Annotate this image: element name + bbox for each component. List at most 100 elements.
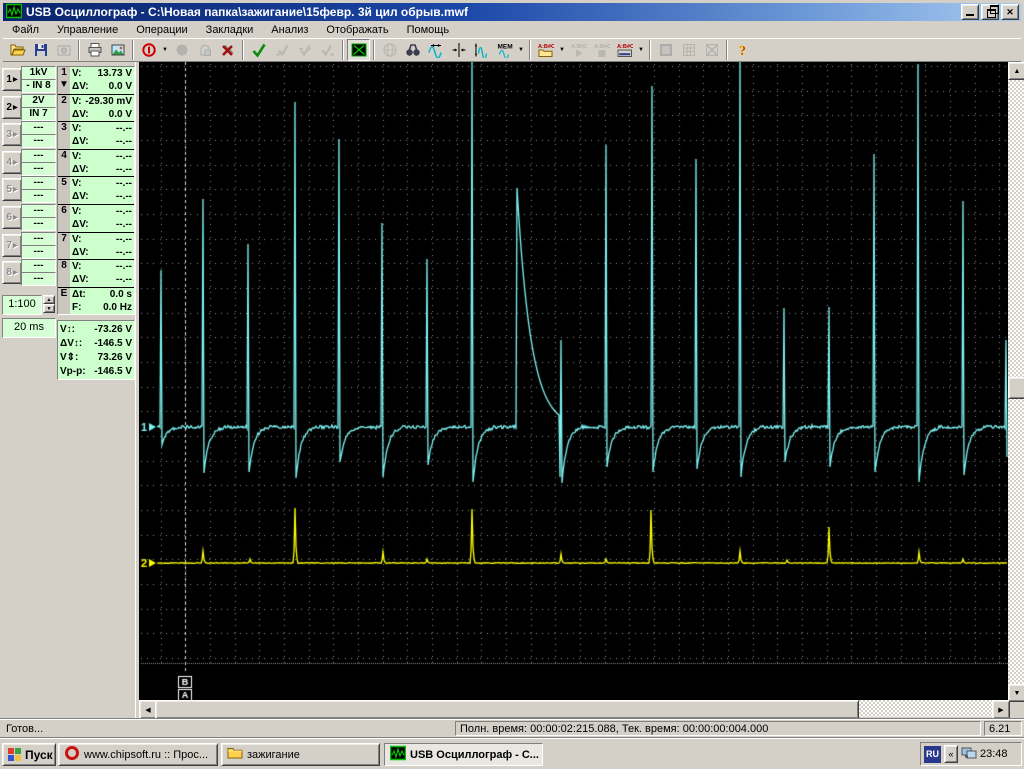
channel-7-button[interactable]: 7▶: [2, 234, 22, 257]
channel-5-button[interactable]: 5▶: [2, 178, 22, 201]
cursor-button[interactable]: [447, 39, 470, 61]
toolbar-separator: [342, 40, 344, 60]
menu-item-3[interactable]: Операции: [127, 23, 196, 38]
tray-collapse-button[interactable]: «: [944, 745, 958, 763]
channel-7-range[interactable]: ---: [21, 232, 56, 246]
channel-number: 2: [58, 95, 70, 122]
open-button[interactable]: [6, 39, 29, 61]
menu-item-5[interactable]: Анализ: [262, 23, 317, 38]
export-image-icon: [56, 42, 72, 58]
restore-button[interactable]: [981, 4, 999, 20]
menu-item-2[interactable]: Управление: [48, 23, 127, 38]
mem-button[interactable]: MEM: [493, 39, 516, 61]
image-icon: [110, 42, 126, 58]
power-button[interactable]: [137, 39, 160, 61]
taskbar-task-2[interactable]: зажигание: [221, 743, 380, 766]
mem-dropdown[interactable]: ▼: [516, 39, 526, 61]
menu-item-6[interactable]: Отображать: [317, 23, 397, 38]
vertical-scroll-thumb[interactable]: [1008, 377, 1024, 399]
language-indicator[interactable]: RU: [924, 746, 941, 763]
wave-v-button[interactable]: [470, 39, 493, 61]
menu-bar: ФайлУправлениеОперацииЗакладкиАнализОтоб…: [3, 22, 1021, 38]
network-icon[interactable]: [961, 745, 977, 764]
menu-item-1[interactable]: Файл: [3, 23, 48, 38]
wave-v-icon: [474, 42, 490, 58]
wave-h-button[interactable]: [424, 39, 447, 61]
power-dropdown[interactable]: ▼: [160, 39, 170, 61]
abc-open-dropdown[interactable]: ▼: [557, 39, 567, 61]
screen-button[interactable]: [347, 39, 370, 61]
channel-2-range[interactable]: 2V: [21, 94, 56, 108]
help-button[interactable]: ?: [731, 39, 754, 61]
channel-1-button[interactable]: 1▶: [2, 68, 22, 91]
help-icon: ?: [735, 42, 751, 58]
scroll-down-button[interactable]: ▼: [1008, 684, 1024, 702]
channel-6-button[interactable]: 6▶: [2, 206, 22, 229]
screen-icon: [351, 42, 367, 58]
channel-3-readout: 3V:--.--ΔV:--.--: [58, 122, 134, 150]
channel-3-range[interactable]: ---: [21, 121, 56, 135]
channel-number: 5: [58, 177, 70, 204]
image-button[interactable]: [106, 39, 129, 61]
print-icon: [87, 42, 103, 58]
channel-3-input[interactable]: ---: [21, 134, 56, 148]
channel-6-readout: 6V:--.--ΔV:--.--: [58, 205, 134, 233]
toolbar: ▼MEM▼A:B#C▼A:B#CA:B#CA:B#C▼?: [3, 38, 1021, 62]
channel-2-input[interactable]: IN 7: [21, 107, 56, 121]
channel-7-input[interactable]: ---: [21, 245, 56, 259]
binoculars-icon: [405, 42, 421, 58]
window-title: USB Осциллограф - C:\Новая папка\зажиган…: [26, 5, 468, 19]
horizontal-scroll-thumb[interactable]: [155, 700, 859, 719]
channel-4-button[interactable]: 4▶: [2, 151, 22, 174]
binoculars-button[interactable]: [401, 39, 424, 61]
channel-4-input[interactable]: ---: [21, 162, 56, 176]
channel-6-input[interactable]: ---: [21, 217, 56, 231]
horizontal-scrollbar[interactable]: ◀ ▶: [139, 700, 1008, 717]
channel-2-button[interactable]: 2▶: [2, 96, 22, 119]
print-button[interactable]: [83, 39, 106, 61]
taskbar-task-3[interactable]: USB Осциллограф - C...: [384, 743, 543, 766]
probe-ratio-box[interactable]: 1:100: [2, 295, 42, 315]
check-button[interactable]: [247, 39, 270, 61]
channel-5-input[interactable]: ---: [21, 189, 56, 203]
title-bar[interactable]: USB Осциллограф - C:\Новая папка\зажиган…: [3, 3, 1021, 21]
toolbar-separator: [529, 40, 531, 60]
ratio-spin-up[interactable]: ▲: [43, 295, 55, 304]
toolbar-separator: [242, 40, 244, 60]
toolbar-separator: [649, 40, 651, 60]
menu-item-7[interactable]: Помощь: [398, 23, 459, 38]
abc-open-button[interactable]: A:B#C: [534, 39, 557, 61]
menu-item-4[interactable]: Закладки: [197, 23, 263, 38]
channel-8-button[interactable]: 8▶: [2, 261, 22, 284]
channel-5-range[interactable]: ---: [21, 176, 56, 190]
scope-canvas[interactable]: [139, 62, 1008, 700]
minimize-button[interactable]: [961, 4, 979, 20]
abc-panel-dropdown[interactable]: ▼: [636, 39, 646, 61]
channel-8-input[interactable]: ---: [21, 272, 56, 286]
minimize-icon: [966, 6, 974, 16]
taskbar-clock[interactable]: 23:48: [980, 748, 1008, 760]
svg-text:A:B#C: A:B#C: [571, 44, 587, 50]
channel-6-range[interactable]: ---: [21, 204, 56, 218]
channel-4-range[interactable]: ---: [21, 149, 56, 163]
taskbar: Пуск www.chipsoft.ru :: Прос...зажигание…: [0, 738, 1024, 769]
channel-3-button[interactable]: 3▶: [2, 123, 22, 146]
vertical-scrollbar[interactable]: ▲ ▼: [1008, 62, 1024, 700]
taskbar-task-1[interactable]: www.chipsoft.ru :: Прос...: [58, 743, 218, 766]
close-button[interactable]: ✕: [1001, 4, 1019, 20]
timebase-box[interactable]: 20 ms: [2, 318, 56, 338]
frame-icon: [658, 42, 674, 58]
save-button[interactable]: [29, 39, 52, 61]
ratio-spin-down[interactable]: ▼: [43, 304, 55, 313]
frame-grid-button: [677, 39, 700, 61]
channel-1-range[interactable]: 1kV: [21, 66, 56, 80]
globe-button: [378, 39, 401, 61]
channel-8-range[interactable]: ---: [21, 259, 56, 273]
scroll-up-button[interactable]: ▲: [1008, 62, 1024, 80]
scroll-right-button[interactable]: ▶: [992, 700, 1010, 719]
start-button[interactable]: Пуск: [2, 743, 56, 766]
delete-button[interactable]: [216, 39, 239, 61]
abc-panel-button[interactable]: A:B#C: [613, 39, 636, 61]
channel-1-input[interactable]: - IN 8: [21, 79, 56, 93]
channel-readout-panel: 1▼V:13.73 VΔV:0.0 V2V:-29.30 mVΔV:0.0 V3…: [57, 66, 135, 315]
